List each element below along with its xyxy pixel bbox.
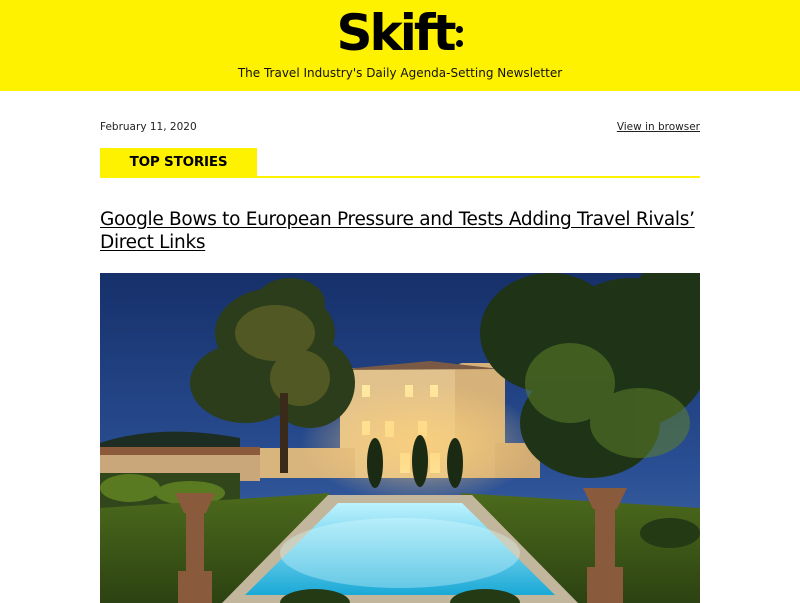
logo-colon-mark	[455, 20, 464, 50]
story-headline-link[interactable]: Google Bows to European Pressure and Tes…	[100, 208, 700, 254]
newsletter-masthead: Skift The Travel Industry's Daily Agenda…	[0, 0, 800, 91]
section-header: TOP STORIES	[100, 148, 700, 178]
view-in-browser-link[interactable]: View in browser	[617, 121, 700, 133]
meta-row: February 11, 2020 View in browser	[100, 121, 700, 137]
newsletter-tagline: The Travel Industry's Daily Agenda-Setti…	[237, 66, 563, 80]
skift-logo[interactable]: Skift	[0, 2, 800, 64]
section-label-top-stories: TOP STORIES	[100, 148, 257, 176]
story-hero-image[interactable]	[100, 273, 700, 603]
issue-date: February 11, 2020	[100, 121, 197, 133]
logo-text: Skift	[336, 4, 456, 62]
